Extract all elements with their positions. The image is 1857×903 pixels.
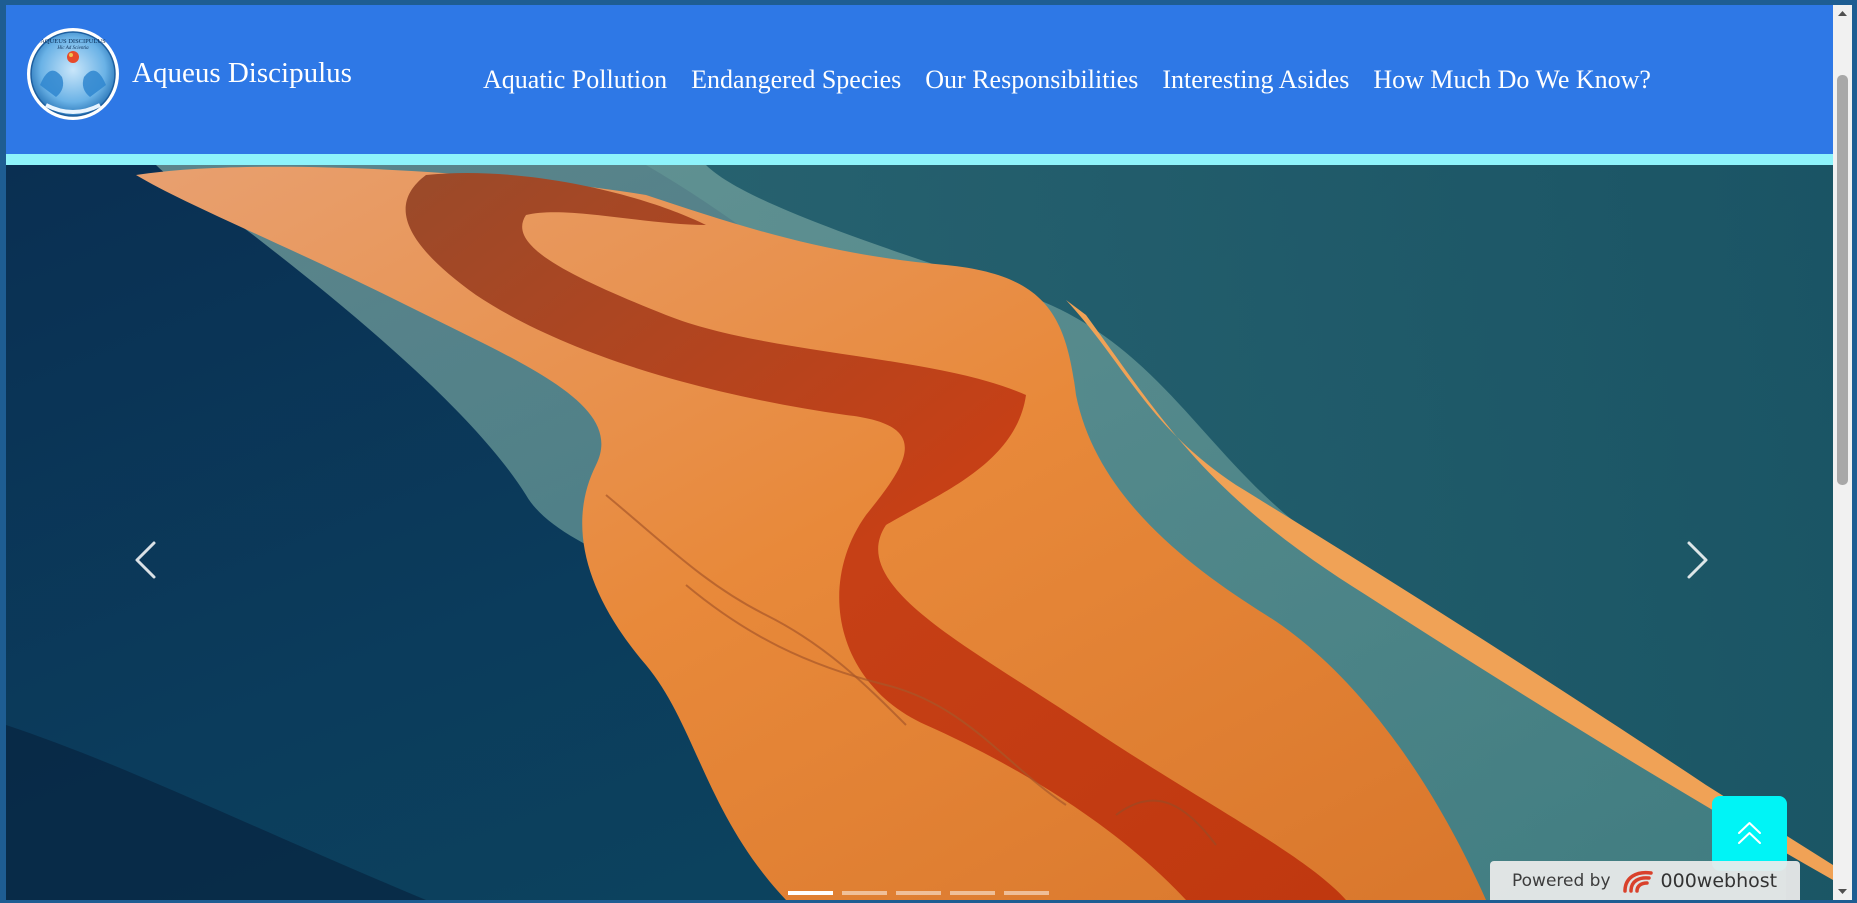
navbar: AQUEUS DISCIPULUS Hic Ad Scientia Aqueus… <box>6 5 1833 154</box>
page-scrollbar[interactable] <box>1833 5 1852 900</box>
nav-link-our-responsibilities[interactable]: Our Responsibilities <box>913 65 1150 95</box>
scrollbar-thumb[interactable] <box>1837 75 1848 485</box>
main-nav: Aquatic Pollution Endangered Species Our… <box>471 65 1663 95</box>
chevron-right-icon <box>1687 541 1708 579</box>
carousel-indicator-4[interactable] <box>950 891 995 895</box>
powered-by-brand: 000webhost <box>1660 869 1778 892</box>
back-to-top-button[interactable] <box>1712 796 1787 871</box>
hero-slide-image <box>6 165 1833 900</box>
logo-top-text: AQUEUS DISCIPULUS <box>40 38 106 45</box>
nav-link-how-much-do-we-know[interactable]: How Much Do We Know? <box>1361 65 1663 95</box>
scroll-down-arrow-icon[interactable] <box>1833 883 1852 900</box>
nav-link-interesting-asides[interactable]: Interesting Asides <box>1150 65 1361 95</box>
carousel-indicator-1[interactable] <box>788 891 833 895</box>
000webhost-logo-icon <box>1622 870 1653 893</box>
site-logo[interactable]: AQUEUS DISCIPULUS Hic Ad Scientia <box>26 27 120 121</box>
nav-link-aquatic-pollution[interactable]: Aquatic Pollution <box>471 65 679 95</box>
carousel-next-control[interactable] <box>1662 525 1732 595</box>
carousel-prev-control[interactable] <box>111 525 181 595</box>
logo-motto: Hic Ad Scientia <box>56 46 89 51</box>
carousel-indicator-2[interactable] <box>842 891 887 895</box>
double-chevron-up-icon <box>1738 822 1761 844</box>
powered-by-badge[interactable]: Powered by 000webhost <box>1490 861 1800 900</box>
brand-name[interactable]: Aqueus Discipulus <box>132 57 352 90</box>
nav-link-endangered-species[interactable]: Endangered Species <box>679 65 913 95</box>
hero-carousel <box>6 165 1833 900</box>
powered-by-label: Powered by <box>1512 870 1611 891</box>
carousel-indicators <box>788 891 1049 895</box>
page-viewport: AQUEUS DISCIPULUS Hic Ad Scientia Aqueus… <box>6 5 1833 900</box>
carousel-indicator-5[interactable] <box>1004 891 1049 895</box>
navbar-accent-strip <box>6 154 1833 165</box>
carousel-indicator-3[interactable] <box>896 891 941 895</box>
chevron-left-icon <box>135 541 156 579</box>
scroll-up-arrow-icon[interactable] <box>1833 5 1852 22</box>
